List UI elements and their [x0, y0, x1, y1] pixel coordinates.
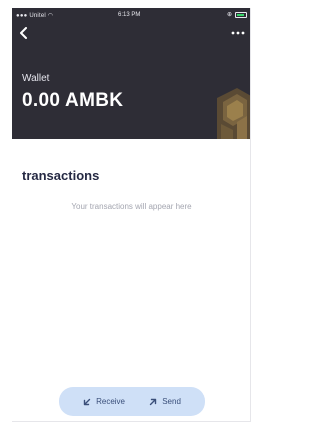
transactions-title: transactions — [22, 168, 100, 183]
status-time: 6:13 PM — [118, 12, 141, 18]
wallet-screen: ●●● Unitel ◠ 6:13 PM ⊕ Wallet 0.00 AMBK — [12, 8, 251, 422]
status-carrier: ●●● Unitel ◠ — [16, 13, 54, 19]
send-button[interactable]: Send — [149, 397, 181, 406]
chevron-left-icon — [20, 27, 27, 39]
back-button[interactable] — [16, 25, 32, 41]
status-bar: ●●● Unitel ◠ 6:13 PM ⊕ — [12, 8, 250, 22]
receive-label: Receive — [96, 397, 125, 406]
battery-icon — [235, 11, 247, 18]
receive-button[interactable]: Receive — [83, 397, 125, 406]
token-logo-graphic — [217, 88, 250, 139]
signal-icon: ●●● — [16, 13, 28, 19]
receive-arrow-icon — [83, 398, 91, 405]
wifi-icon: ◠ — [47, 13, 54, 19]
more-horizontal-icon — [231, 31, 245, 35]
status-right: ⊕ — [227, 11, 247, 18]
wallet-header: ●●● Unitel ◠ 6:13 PM ⊕ Wallet 0.00 AMBK — [12, 8, 250, 139]
send-arrow-icon — [150, 398, 157, 405]
transactions-empty-message: Your transactions will appear here — [71, 202, 192, 211]
more-options-button[interactable] — [229, 26, 247, 40]
wallet-action-bar: Receive Send — [59, 387, 205, 416]
send-label: Send — [162, 397, 181, 406]
wallet-label: Wallet — [22, 73, 50, 84]
wallet-balance: 0.00 AMBK — [22, 90, 124, 111]
location-icon: ⊕ — [226, 12, 232, 18]
